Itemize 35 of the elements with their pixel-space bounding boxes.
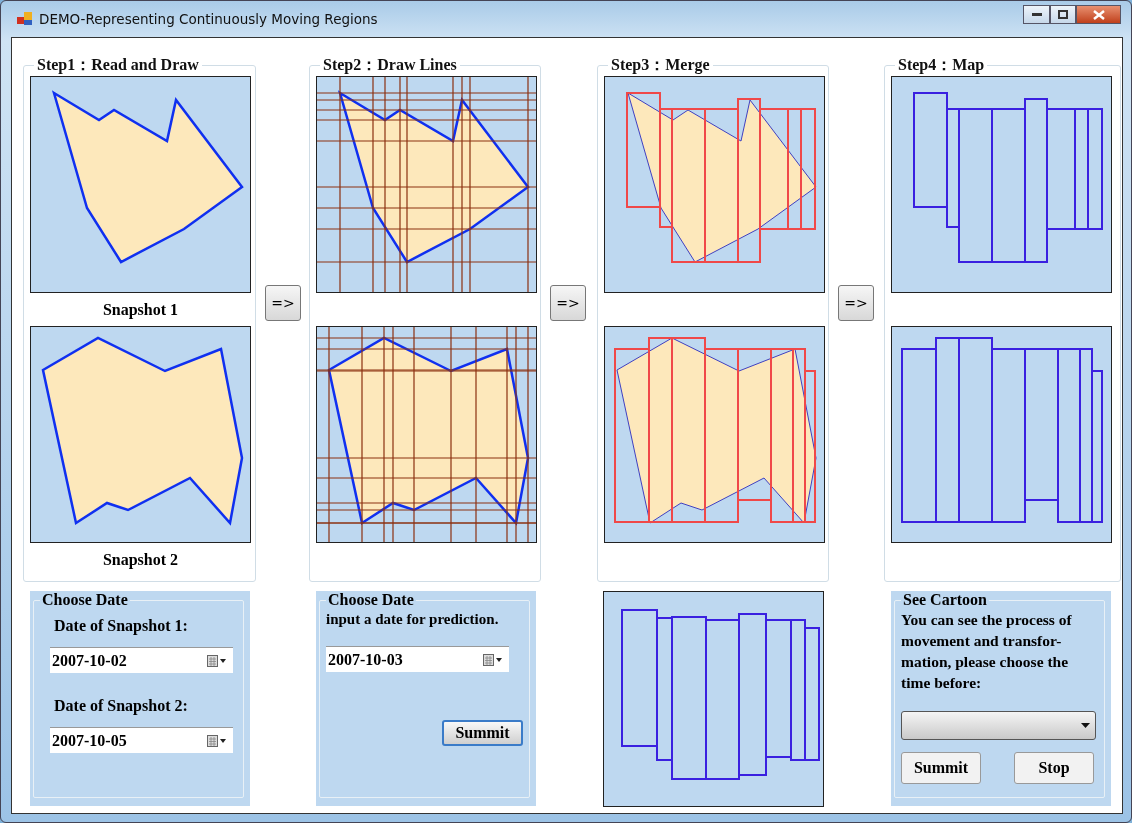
next-step-button[interactable]: => <box>265 285 301 321</box>
calendar-dropdown-icon[interactable] <box>207 654 227 667</box>
close-icon <box>1092 9 1105 20</box>
date-picker[interactable]: 2007-10-03 <box>326 646 509 672</box>
date-picker[interactable]: 2007-10-02 <box>50 647 233 673</box>
submit-button[interactable]: Summit <box>901 752 981 784</box>
window-title: DEMO-Representing Continuously Moving Regions <box>39 11 379 27</box>
prediction-hint: input a date for prediction. <box>326 611 500 628</box>
panel-title: Choose Date <box>327 591 415 609</box>
minimize-button[interactable] <box>1023 5 1050 24</box>
calendar-dropdown-icon[interactable] <box>207 734 227 747</box>
panel-title: Choose Date <box>41 591 129 609</box>
time-dropdown[interactable] <box>901 711 1096 740</box>
cartoon-instructions: You can see the process of movement and transfor-mation, please choose the time before: <box>901 610 1073 693</box>
snapshot-caption: Snapshot 1 <box>101 299 180 321</box>
step-title: Step3：Merge <box>610 55 711 76</box>
panel-title: See Cartoon <box>902 591 988 609</box>
maximize-icon <box>1058 10 1068 19</box>
calendar-dropdown-icon[interactable] <box>483 653 503 666</box>
snapshot-caption: Snapshot 2 <box>101 549 180 571</box>
date-label: Date of Snapshot 2: <box>54 697 189 715</box>
app-icon <box>17 12 33 26</box>
step-title: Step2：Draw Lines <box>322 55 458 76</box>
step-title: Step4：Map <box>897 55 986 76</box>
next-step-button[interactable]: => <box>838 285 874 321</box>
step-title: Step1：Read and Draw <box>36 55 200 76</box>
close-button[interactable] <box>1076 5 1121 24</box>
submit-button[interactable]: Summit <box>442 720 523 746</box>
caret-icon <box>1081 723 1090 728</box>
stop-button[interactable]: Stop <box>1014 752 1094 784</box>
next-step-button[interactable]: => <box>550 285 586 321</box>
minimize-icon <box>1031 12 1042 17</box>
maximize-button[interactable] <box>1050 5 1076 24</box>
date-label: Date of Snapshot 1: <box>54 617 189 635</box>
date-picker[interactable]: 2007-10-05 <box>50 727 233 753</box>
